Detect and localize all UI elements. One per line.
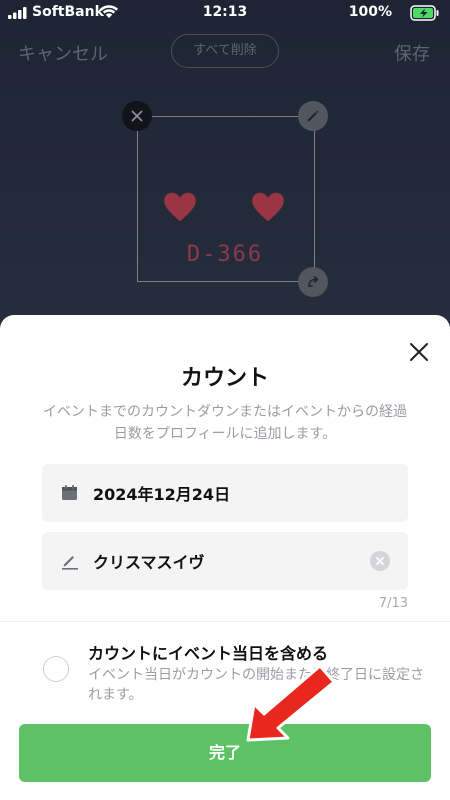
calendar-icon: [62, 485, 77, 500]
close-icon: [410, 343, 428, 361]
clear-text-button[interactable]: [370, 551, 390, 571]
event-name-value: クリスマスイヴ: [93, 553, 205, 572]
heart-icon: [252, 192, 284, 222]
save-button[interactable]: 保存: [394, 40, 430, 66]
event-name-field[interactable]: クリスマスイヴ: [42, 532, 408, 590]
rotate-icon: [308, 276, 319, 287]
date-field[interactable]: 2024年12月24日: [42, 464, 408, 522]
sheet-description: イベントまでのカウントダウンまたはイベントからの経過日数をプロフィールに追加しま…: [43, 404, 407, 442]
include-day-checkbox[interactable]: [43, 656, 69, 682]
sheet-title: カウント: [180, 366, 269, 391]
battery-percent: 100%: [348, 4, 392, 20]
pencil-icon: [307, 110, 319, 122]
count-bottom-sheet: カウント イベントまでのカウントダウンまたはイベントからの経過日数をプロフィール…: [0, 315, 450, 800]
divider: [0, 621, 450, 622]
heart-icon: [164, 192, 196, 222]
sticker-rotate-button[interactable]: [298, 267, 328, 297]
sticker-delete-button[interactable]: [122, 101, 152, 131]
pencil-icon: [62, 556, 78, 570]
sticker-edit-button[interactable]: [298, 101, 328, 131]
clear-icon: [376, 557, 384, 565]
arrow-icon: [246, 664, 336, 742]
date-value: 2024年12月24日: [93, 485, 231, 504]
char-count: 7/13: [378, 596, 408, 611]
clear-all-button[interactable]: すべて削除: [171, 34, 279, 68]
sticker-dday-text: D-366: [186, 242, 264, 267]
close-icon: [131, 110, 143, 122]
battery-charging-icon: [410, 5, 439, 21]
status-bar: SoftBank 12:13 100%: [0, 0, 450, 26]
cancel-button[interactable]: キャンセル: [18, 40, 108, 66]
done-button[interactable]: 完了: [19, 724, 431, 782]
editor-header: キャンセル すべて削除 保存: [0, 34, 450, 74]
